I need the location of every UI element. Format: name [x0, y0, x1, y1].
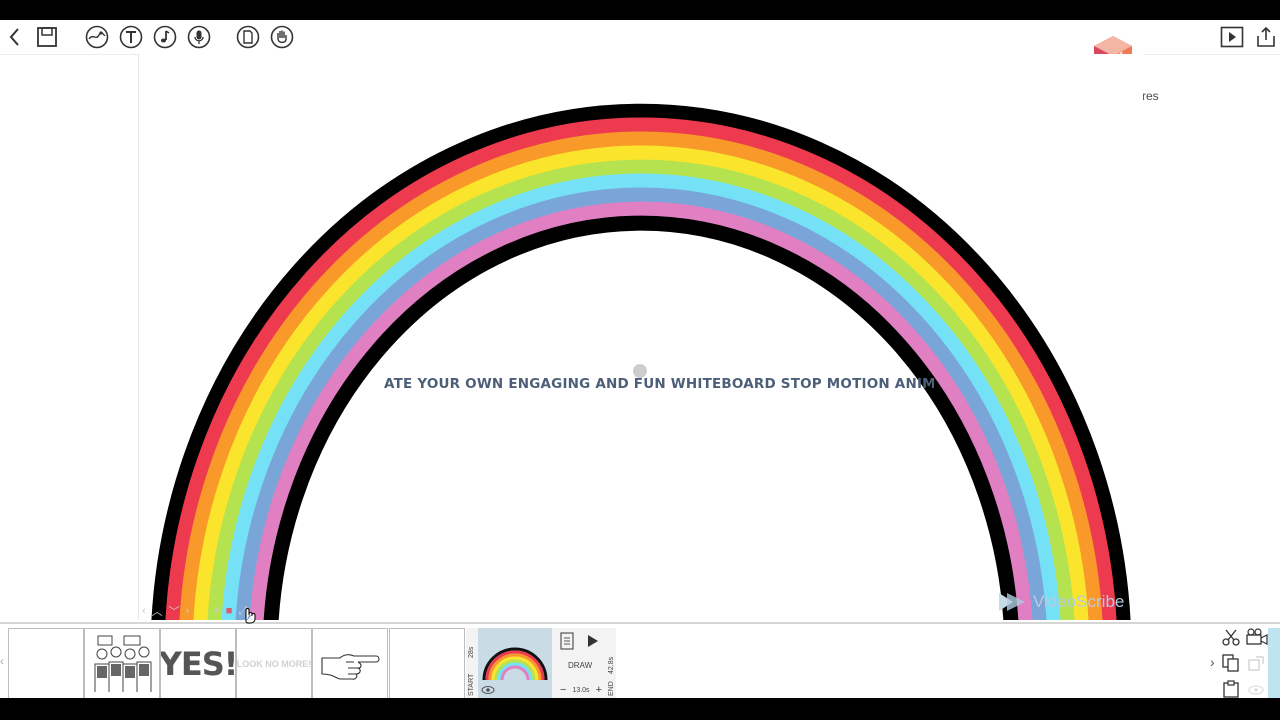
music-icon[interactable] [152, 24, 178, 50]
videoscribe-app: Handy Softwares ATE YOUR OWN ENGAGING AN… [0, 20, 1280, 698]
decrease-icon[interactable]: − [560, 684, 566, 696]
prev-element-icon[interactable]: ‹ [142, 605, 146, 617]
next-element-icon[interactable]: › [186, 605, 190, 617]
hand-cursor-icon [245, 608, 256, 624]
thumbnail-text: YES! [160, 645, 236, 683]
back-icon[interactable] [2, 24, 28, 50]
visibility-icon[interactable] [1248, 684, 1264, 696]
headline-text[interactable]: ATE YOUR OWN ENGAGING AND FUN WHITEBOARD… [384, 376, 934, 392]
timeline-thumbnail[interactable] [312, 628, 388, 698]
whiteboard-canvas[interactable]: ATE YOUR OWN ENGAGING AND FUN WHITEBOARD… [138, 54, 1143, 620]
selected-element-panel[interactable]: START 28s DRAW − 13.0s + END 42.8s [466, 628, 616, 698]
timeline-scrollbar[interactable] [1268, 628, 1280, 698]
timeline-thumbnail[interactable] [8, 628, 84, 698]
element-mini-controls: ‹ ︿ ﹀ › + ■ ⤢ [142, 603, 247, 619]
videoscribe-logo-icon [999, 593, 1025, 611]
cut-icon[interactable] [1222, 628, 1240, 646]
delete-icon[interactable]: ■ [226, 605, 233, 617]
move-down-icon[interactable]: ﹀ [169, 603, 180, 619]
duration-stepper[interactable]: − 13.0s + [560, 684, 602, 696]
eye-icon [481, 686, 495, 694]
play-icon[interactable] [1219, 24, 1245, 50]
move-icon[interactable] [1248, 656, 1264, 672]
image-icon[interactable] [84, 24, 110, 50]
timeline-thumbnail[interactable]: YES! [160, 628, 236, 698]
timeline-thumbnail[interactable] [84, 628, 160, 698]
timeline-thumbnail[interactable]: LOOK NO MORE! [236, 628, 312, 698]
save-icon[interactable] [34, 24, 60, 50]
end-time: 42.8s [608, 656, 615, 674]
videoscribe-watermark: VideoScribe [997, 591, 1124, 613]
timeline-thumbnail[interactable] [389, 628, 465, 698]
add-icon[interactable]: + [213, 605, 219, 617]
selected-thumbnail[interactable] [478, 628, 552, 698]
increase-icon[interactable]: + [596, 684, 602, 696]
pointing-hand-icon [321, 654, 380, 680]
hand-icon[interactable] [269, 24, 295, 50]
start-time: 28s [468, 646, 475, 658]
end-label: END [608, 681, 615, 696]
rainbow-thumbnail-icon [481, 647, 548, 694]
timeline-scroll-left-icon[interactable]: ‹ [0, 654, 4, 668]
paste-icon[interactable] [1222, 680, 1240, 698]
timeline-tools: › [1210, 628, 1272, 698]
copy-icon[interactable] [1222, 654, 1240, 672]
properties-icon[interactable] [560, 632, 574, 650]
duration-value: 13.0s [572, 686, 590, 694]
timeline: ‹ YES! LOOK NO MORE! START 28s DRAW − 13… [0, 622, 1280, 698]
watermark-text: VideoScribe [1033, 592, 1125, 611]
move-up-icon[interactable]: ︿ [152, 603, 163, 619]
start-label: START [468, 673, 475, 696]
thumbnail-text: LOOK NO MORE! [236, 659, 312, 669]
people-sketch-icon [94, 635, 152, 692]
rainbow-image[interactable] [139, 54, 1143, 620]
camera-icon[interactable] [1246, 628, 1268, 646]
preview-play-icon[interactable] [586, 633, 600, 649]
text-icon[interactable] [118, 24, 144, 50]
microphone-icon[interactable] [186, 24, 212, 50]
action-label: DRAW [568, 661, 593, 670]
clipboard-icon[interactable] [235, 24, 261, 50]
expand-timeline-icon[interactable]: › [1210, 654, 1215, 670]
share-icon[interactable] [1253, 24, 1279, 50]
